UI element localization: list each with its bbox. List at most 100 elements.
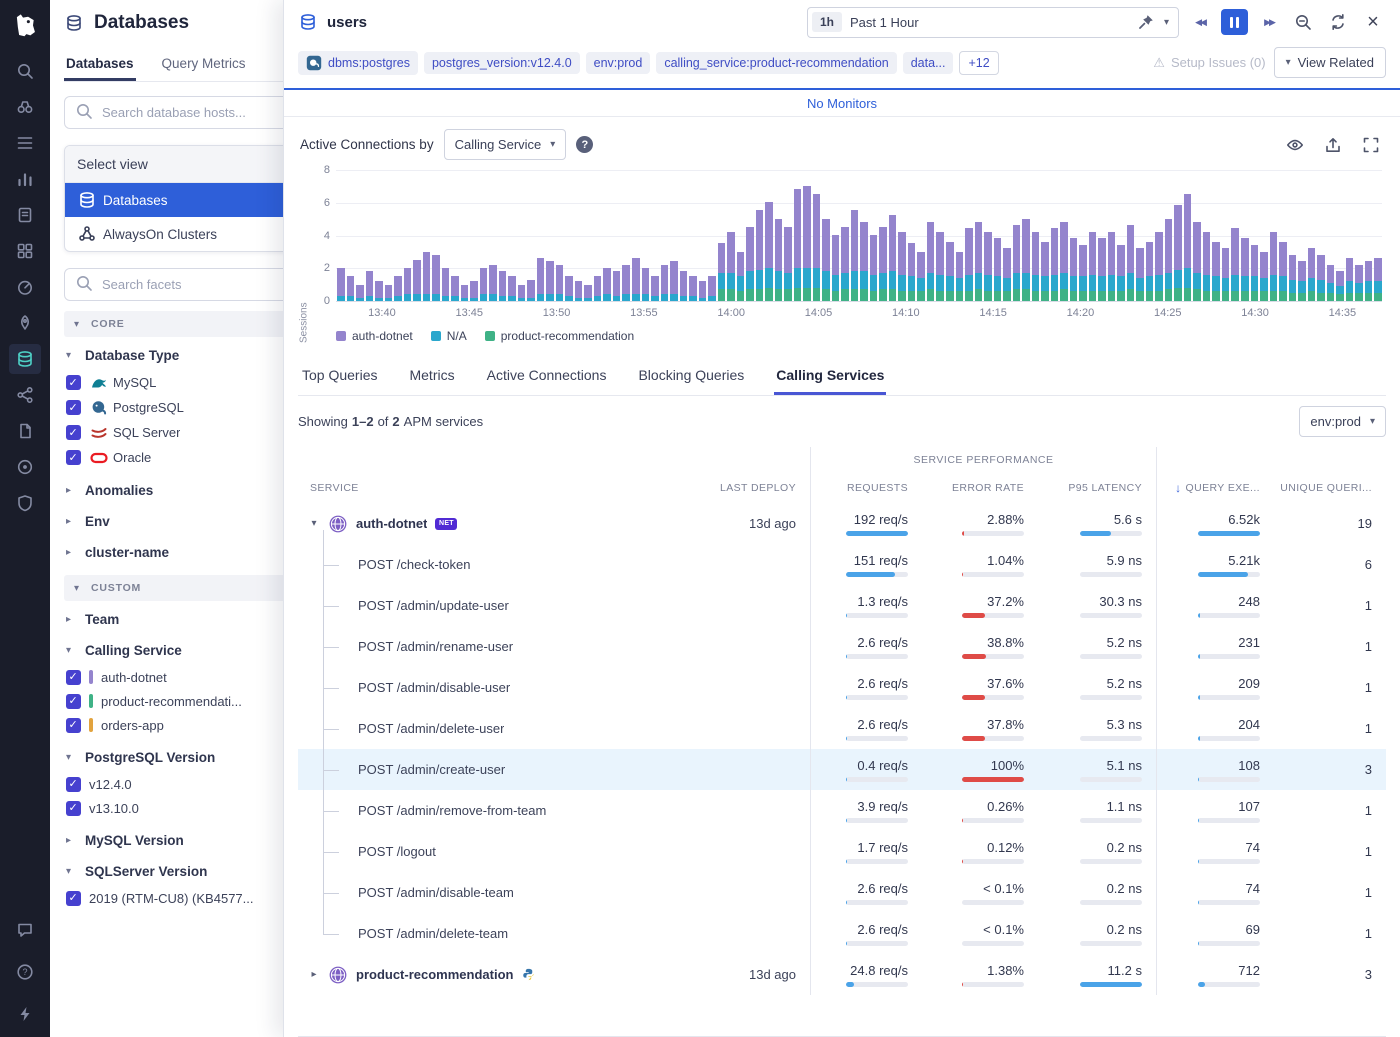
stacked-bar[interactable]: [1022, 219, 1030, 301]
group-by-select[interactable]: Calling Service ▾: [444, 129, 567, 160]
ci-icon[interactable]: [9, 308, 41, 338]
col-requests[interactable]: REQUESTS: [810, 473, 922, 503]
legend-item-product-recommendation[interactable]: product-recommendation: [485, 329, 634, 343]
facet-value-sql-server[interactable]: SQL Server: [66, 420, 316, 445]
stacked-bar[interactable]: [527, 280, 535, 301]
stacked-bar[interactable]: [1127, 225, 1135, 301]
stacked-bar[interactable]: [680, 271, 688, 301]
stacked-bar[interactable]: [1136, 248, 1144, 301]
stacked-bar[interactable]: [632, 258, 640, 301]
fullscreen-icon[interactable]: [1358, 132, 1384, 158]
stacked-bar[interactable]: [556, 265, 564, 301]
stacked-bar[interactable]: [908, 243, 916, 301]
view-related-button[interactable]: ▾ View Related: [1274, 47, 1386, 78]
stacked-bar[interactable]: [879, 227, 887, 301]
export-icon[interactable]: [1320, 132, 1346, 158]
synthetics-icon[interactable]: [9, 452, 41, 482]
stacked-bar[interactable]: [461, 285, 469, 301]
stacked-bar[interactable]: [1203, 232, 1211, 301]
stacked-bar[interactable]: [413, 260, 421, 301]
stacked-bar[interactable]: [1032, 232, 1040, 301]
chart-plot-area[interactable]: 86420: [336, 170, 1382, 302]
col-service[interactable]: SERVICE: [298, 473, 702, 503]
stacked-bar[interactable]: [565, 276, 573, 301]
stacked-bar[interactable]: [699, 281, 707, 301]
metrics-icon[interactable]: [9, 164, 41, 194]
logs-icon[interactable]: [9, 416, 41, 446]
stacked-bar[interactable]: [1155, 232, 1163, 301]
facet-search[interactable]: [64, 268, 316, 301]
stacked-bar[interactable]: [394, 276, 402, 301]
stacked-bar[interactable]: [746, 227, 754, 301]
tab-blocking-queries[interactable]: Blocking Queries: [636, 357, 746, 395]
facet-value-orders-app[interactable]: orders-app: [66, 713, 316, 737]
stacked-bar[interactable]: [1212, 242, 1220, 301]
stacked-bar[interactable]: [1003, 248, 1011, 301]
stacked-bar[interactable]: [927, 222, 935, 301]
stacked-bar[interactable]: [356, 285, 364, 301]
tag-env-prod[interactable]: env:prod: [586, 52, 651, 74]
facet-value-mysql[interactable]: MySQL: [66, 370, 316, 395]
stacked-bar[interactable]: [718, 243, 726, 301]
endpoint-row-post-check-token[interactable]: POST /check-token151 req/s1.04%5.9 ns5.2…: [298, 544, 1386, 585]
stacked-bar[interactable]: [946, 242, 954, 301]
stacked-bar[interactable]: [518, 285, 526, 301]
host-search-input[interactable]: [100, 104, 282, 121]
stacked-bar[interactable]: [1098, 238, 1106, 301]
stacked-bar[interactable]: [975, 222, 983, 301]
facet-header[interactable]: ▸Anomalies: [64, 474, 316, 505]
stacked-bar[interactable]: [337, 268, 345, 301]
stacked-bar[interactable]: [1108, 232, 1116, 301]
facet-section-core[interactable]: ▾CORE: [64, 311, 316, 337]
tag-postgres-version-v12-4-0[interactable]: postgres_version:v12.4.0: [424, 52, 580, 74]
facet-header[interactable]: ▾SQLServer Version: [64, 855, 316, 886]
dashboards-icon[interactable]: [9, 128, 41, 158]
stacked-bar[interactable]: [765, 202, 773, 301]
time-range-picker[interactable]: 1h Past 1 Hour ▾: [807, 7, 1179, 38]
service-row-auth-dotnet[interactable]: ▾auth-dotnetNET13d ago192 req/s2.88%5.6 …: [298, 503, 1386, 544]
facet-header[interactable]: ▸Env: [64, 505, 316, 536]
stacked-bar[interactable]: [1013, 225, 1021, 301]
checkbox-checked[interactable]: [66, 801, 81, 816]
sidebar-tab-databases[interactable]: Databases: [64, 48, 136, 81]
watchdog-icon[interactable]: [9, 92, 41, 122]
stacked-bar[interactable]: [366, 271, 374, 301]
stacked-bar[interactable]: [1327, 265, 1335, 301]
stacked-bar[interactable]: [832, 235, 840, 301]
stacked-bar[interactable]: [1251, 245, 1259, 301]
facet-value-v12-4-0[interactable]: v12.4.0: [66, 772, 316, 796]
stacked-bar[interactable]: [451, 276, 459, 301]
stacked-bar[interactable]: [1346, 258, 1354, 301]
stacked-bar[interactable]: [1184, 194, 1192, 301]
view-option-databases[interactable]: Databases: [65, 183, 315, 217]
stacked-bar[interactable]: [470, 281, 478, 301]
endpoint-row-post-admin-delete-user[interactable]: POST /admin/delete-user2.6 req/s37.8%5.3…: [298, 708, 1386, 749]
facet-header[interactable]: ▾Database Type: [64, 339, 316, 370]
stacked-bar[interactable]: [1279, 242, 1287, 301]
facet-header[interactable]: ▾PostgreSQL Version: [64, 741, 316, 772]
stacked-bar[interactable]: [423, 252, 431, 301]
checkbox-checked[interactable]: [66, 718, 81, 733]
checkbox-checked[interactable]: [66, 891, 81, 906]
tab-calling-services[interactable]: Calling Services: [774, 357, 886, 395]
stacked-bar[interactable]: [870, 235, 878, 301]
stacked-bar[interactable]: [1070, 238, 1078, 301]
stacked-bar[interactable]: [727, 232, 735, 301]
security-icon[interactable]: [9, 488, 41, 518]
checkbox-checked[interactable]: [66, 450, 81, 465]
stacked-bar[interactable]: [813, 194, 821, 301]
stacked-bar[interactable]: [546, 261, 554, 301]
facet-value-auth-dotnet[interactable]: auth-dotnet: [66, 665, 316, 689]
step-back-button[interactable]: ◀◀: [1188, 9, 1212, 35]
stacked-bar[interactable]: [1089, 232, 1097, 301]
tag-data-[interactable]: data...: [903, 52, 954, 74]
stacked-bar[interactable]: [1117, 245, 1125, 301]
stacked-bar[interactable]: [1260, 252, 1268, 301]
notebook-icon[interactable]: [9, 200, 41, 230]
stacked-bar[interactable]: [956, 252, 964, 301]
pin-icon[interactable]: [1136, 12, 1156, 32]
stacked-bar[interactable]: [1193, 222, 1201, 301]
apm-icon[interactable]: [9, 272, 41, 302]
stacked-bar[interactable]: [737, 252, 745, 301]
facet-header[interactable]: ▸cluster-name: [64, 536, 316, 567]
